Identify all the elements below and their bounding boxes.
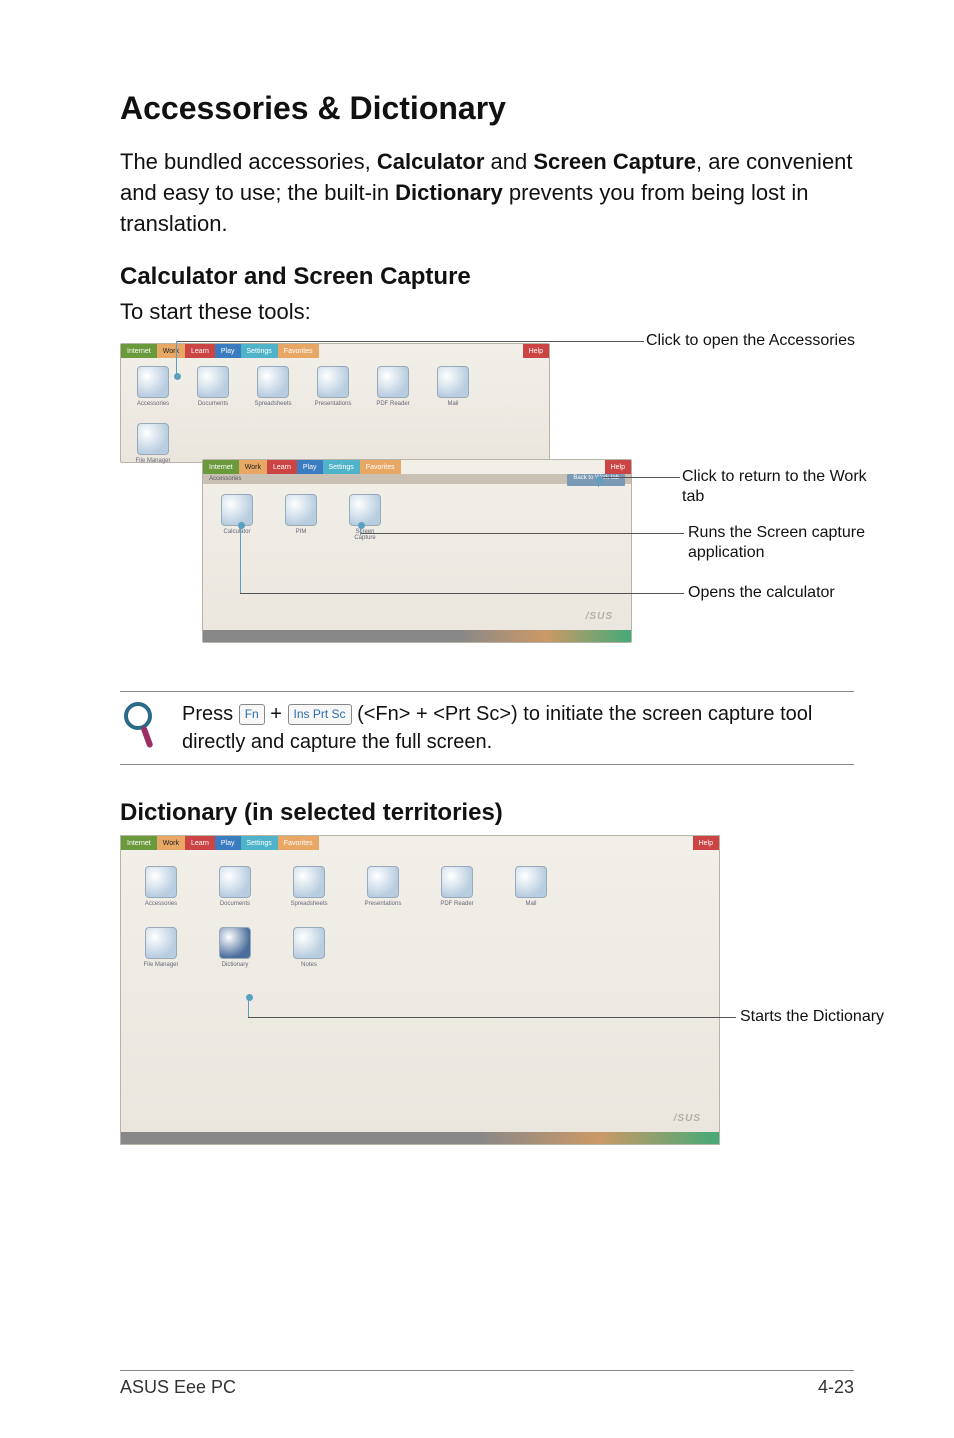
section1-title: Calculator and Screen Capture bbox=[120, 263, 854, 291]
tab-help: Help bbox=[693, 836, 719, 850]
callout-open-accessories: Click to open the Accessories bbox=[646, 331, 856, 351]
asus-logo: /SUS bbox=[586, 611, 613, 622]
section2-title: Dictionary (in selected territories) bbox=[120, 799, 854, 827]
footer-product: ASUS Eee PC bbox=[120, 1377, 236, 1398]
icon-spreadsheets: Spreadsheets bbox=[289, 866, 329, 907]
page-heading: Accessories & Dictionary bbox=[120, 90, 854, 127]
leader-line bbox=[176, 341, 644, 342]
callout-start-dictionary: Starts the Dictionary bbox=[740, 1007, 900, 1027]
key-fn: Fn bbox=[239, 704, 265, 725]
icon-mail: Mail bbox=[433, 366, 473, 407]
tab-play: Play bbox=[215, 344, 241, 358]
key-prtsc: Ins Prt Sc bbox=[288, 704, 352, 725]
leader-line bbox=[598, 477, 599, 487]
tab-internet: Internet bbox=[121, 836, 157, 850]
leader-line bbox=[598, 477, 680, 478]
page-footer: ASUS Eee PC 4-23 bbox=[120, 1370, 854, 1398]
tab-work: Work bbox=[239, 460, 267, 474]
tab-work: Work bbox=[157, 344, 185, 358]
tab-internet: Internet bbox=[203, 460, 239, 474]
tab-favorites: Favorites bbox=[278, 836, 319, 850]
screenshot-dictionary: Internet Work Learn Play Settings Favori… bbox=[120, 835, 720, 1145]
tip-text: Press Fn + Ins Prt Sc (<Fn> + <Prt Sc>) … bbox=[182, 700, 854, 756]
tab-settings: Settings bbox=[323, 460, 360, 474]
tab-play: Play bbox=[297, 460, 323, 474]
icon-presentations: Presentations bbox=[363, 866, 403, 907]
icon-documents: Documents bbox=[215, 866, 255, 907]
icon-dictionary: Dictionary bbox=[215, 927, 255, 968]
icon-pdfreader: PDF Reader bbox=[373, 366, 413, 407]
tip-box: Press Fn + Ins Prt Sc (<Fn> + <Prt Sc>) … bbox=[120, 691, 854, 765]
tab-learn: Learn bbox=[185, 836, 215, 850]
icon-notes: Notes bbox=[289, 927, 329, 968]
footer-page: 4-23 bbox=[818, 1377, 854, 1398]
intro-text-2: and bbox=[484, 149, 533, 174]
tab-work: Work bbox=[157, 836, 185, 850]
screenshot-accessories: Internet Work Learn Play Settings Favori… bbox=[202, 459, 632, 643]
icon-pdfreader: PDF Reader bbox=[437, 866, 477, 907]
callout-open-calc: Opens the calculator bbox=[688, 583, 898, 603]
icon-spreadsheets: Spreadsheets bbox=[253, 366, 293, 407]
callout-back-work: Click to return to the Work tab bbox=[682, 467, 892, 507]
leader-line bbox=[360, 523, 361, 535]
leader-line bbox=[248, 995, 249, 1017]
leader-line bbox=[248, 1017, 736, 1018]
leader-line bbox=[176, 341, 177, 379]
intro-bold-dictionary: Dictionary bbox=[395, 180, 503, 205]
icon-accessories: Accessories bbox=[141, 866, 181, 907]
icon-mail: Mail bbox=[511, 866, 551, 907]
tab-play: Play bbox=[215, 836, 241, 850]
intro-paragraph: The bundled accessories, Calculator and … bbox=[120, 147, 854, 239]
tab-settings: Settings bbox=[241, 836, 278, 850]
screenshot-work-tab: Internet Work Learn Play Settings Favori… bbox=[120, 343, 550, 463]
tab-learn: Learn bbox=[185, 344, 215, 358]
section1-lead: To start these tools: bbox=[120, 299, 854, 325]
intro-text-1: The bundled accessories, bbox=[120, 149, 377, 174]
icon-pim: PIM bbox=[281, 494, 321, 541]
intro-bold-calculator: Calculator bbox=[377, 149, 485, 174]
icon-documents: Documents bbox=[193, 366, 233, 407]
icon-calculator: Calculator bbox=[217, 494, 257, 541]
leader-line bbox=[360, 533, 684, 534]
leader-line bbox=[240, 593, 684, 594]
leader-line bbox=[240, 523, 241, 593]
tab-help: Help bbox=[523, 344, 549, 358]
taskbar bbox=[121, 1132, 719, 1144]
tab-learn: Learn bbox=[267, 460, 297, 474]
icon-accessories: Accessories bbox=[133, 366, 173, 407]
asus-logo: /SUS bbox=[674, 1113, 701, 1124]
intro-bold-screencapture: Screen Capture bbox=[533, 149, 696, 174]
magnifier-icon bbox=[120, 700, 164, 755]
tab-internet: Internet bbox=[121, 344, 157, 358]
icon-filemanager: File Manager bbox=[141, 927, 181, 968]
tab-help: Help bbox=[605, 460, 631, 474]
tab-favorites: Favorites bbox=[278, 344, 319, 358]
tab-favorites: Favorites bbox=[360, 460, 401, 474]
icon-filemanager: File Manager bbox=[133, 423, 173, 464]
taskbar bbox=[203, 630, 631, 642]
icon-presentations: Presentations bbox=[313, 366, 353, 407]
tab-settings: Settings bbox=[241, 344, 278, 358]
callout-run-capture: Runs the Screen capture application bbox=[688, 523, 898, 563]
